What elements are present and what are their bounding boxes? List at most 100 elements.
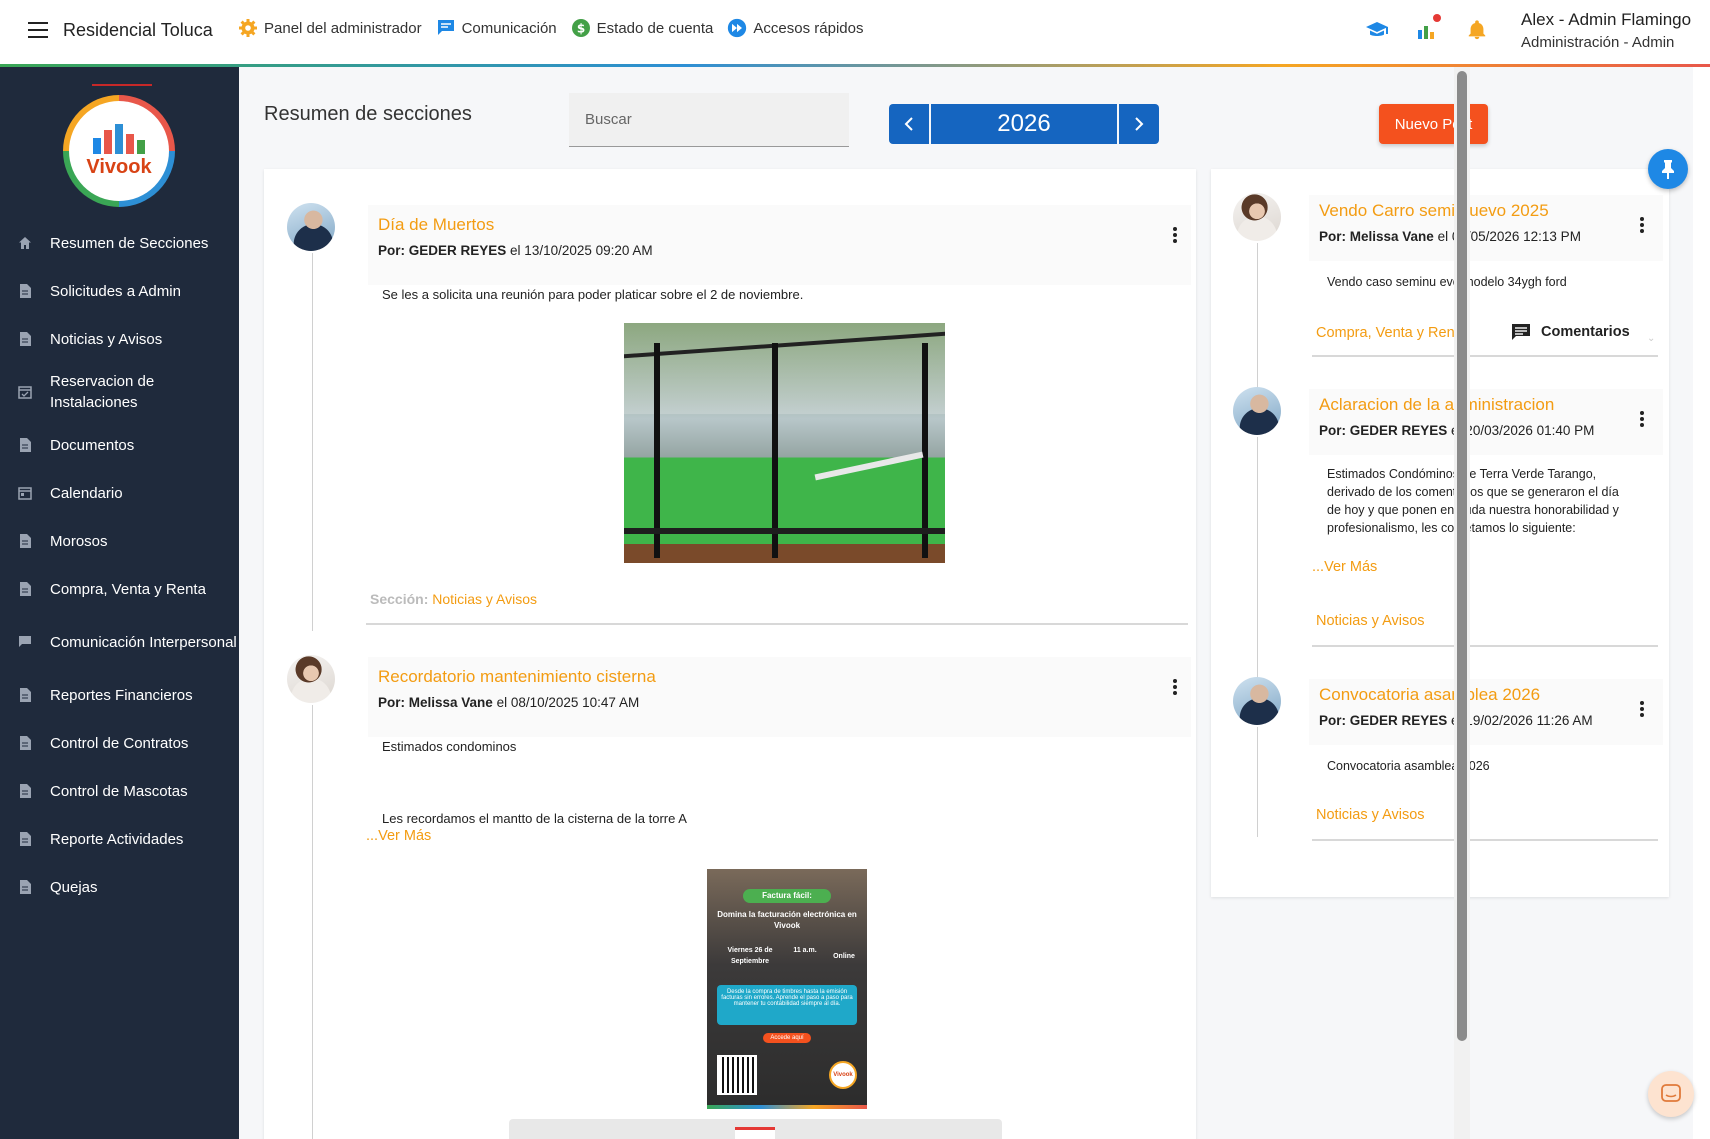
image-detail [922,343,928,558]
poster-logo: Vivook [829,1061,857,1089]
post-author: Por: GEDER REYES [378,243,507,258]
menu-icon[interactable] [28,22,48,38]
brand-title: Residencial Toluca [63,20,213,40]
scrollbar[interactable] [1454,67,1470,1139]
nav-quick-access-label: Accesos rápidos [753,19,864,37]
nav-quick-access[interactable]: Accesos rápidos [727,18,863,38]
sidebar-item-reportes[interactable]: Reportes Financieros [0,671,239,719]
post-header: Día de Muertos Por: GEDER REYES el 13/10… [368,205,1191,285]
sidebar-item-morosos[interactable]: Morosos [0,517,239,565]
more-options-icon[interactable] [1634,215,1650,235]
sidebar-item-label: Morosos [50,532,108,550]
scrollbar-thumb[interactable] [1457,71,1467,1041]
section-link[interactable]: Noticias y Avisos [1316,613,1425,629]
comment-icon [1512,324,1530,340]
nav-account-status[interactable]: $ Estado de cuenta [571,18,713,38]
sidebar-menu: Resumen de Secciones Solicitudes a Admin… [0,219,239,911]
more-options-icon[interactable] [1634,699,1650,719]
sidebar-item-label: Reporte Actividades [50,830,184,848]
sidebar-item-contratos[interactable]: Control de Contratos [0,719,239,767]
previous-year-button[interactable] [889,104,929,144]
search-field[interactable] [569,93,849,147]
sidebar-item-actividades[interactable]: Reporte Actividades [0,815,239,863]
document-icon [18,284,32,298]
bell-icon[interactable] [1465,18,1489,42]
chat-icon [1661,1084,1681,1102]
post-title[interactable]: Vendo Carro semi nuevo 2025 [1319,201,1549,221]
poster-time: 11 a.m. [793,947,817,954]
more-options-icon[interactable] [1167,225,1183,245]
year-selector: 2026 [889,104,1159,144]
ver-mas-link[interactable]: ...Ver Más [1312,559,1377,575]
nav-communication[interactable]: Comunicación [436,18,557,38]
sidebar-item-quejas[interactable]: Quejas [0,863,239,911]
chevron-left-icon [904,117,913,131]
post-body: Se les a solicita una reunión para poder… [382,287,804,302]
post-date: el 13/10/2025 09:20 AM [510,243,653,258]
post-author: Por: GEDER REYES [1319,713,1448,728]
divider [1312,839,1658,841]
fast-forward-icon [727,18,747,38]
post-header: Recordatorio mantenimiento cisterna Por:… [368,657,1191,737]
user-role: Administración - Admin [1521,34,1675,51]
post-body: Vendo caso seminu evo modelo 34ygh ford [1327,275,1567,289]
section-link[interactable]: Noticias y Avisos [432,591,537,607]
sidebar-item-mascotas[interactable]: Control de Mascotas [0,767,239,815]
post-title[interactable]: Convocatoria asamblea 2026 [1319,685,1540,705]
padel-court-image[interactable] [624,323,945,563]
section-link[interactable]: Noticias y Avisos [1316,807,1425,823]
sidebar-item-compra-venta[interactable]: Compra, Venta y Renta [0,565,239,613]
event-poster-image[interactable]: Factura fácil: Domina la facturación ele… [707,869,867,1109]
avatar [287,655,335,703]
calendar-icon [18,486,32,500]
graduation-cap-icon[interactable] [1365,18,1389,42]
sidebar-item-solicitudes[interactable]: Solicitudes a Admin [0,267,239,315]
timeline-line [1257,437,1258,717]
post-header: Convocatoria asamblea 2026 Por: GEDER RE… [1309,679,1663,745]
document-icon [18,438,32,452]
post-title[interactable]: Día de Muertos [378,215,494,235]
sidebar-item-documentos[interactable]: Documentos [0,421,239,469]
comments-button[interactable]: Comentarios [1511,323,1630,341]
chevron-down-icon[interactable]: ⌄ [1647,333,1655,344]
sidebar-item-resumen[interactable]: Resumen de Secciones [0,219,239,267]
poster-pill: Factura fácil: [743,889,831,903]
post-body-line: Estimados condominos [382,739,517,754]
comments-label: Comentarios [1541,324,1630,340]
ver-mas-link[interactable]: ...Ver Más [366,828,431,844]
search-input[interactable] [585,111,833,128]
dollar-icon: $ [571,18,591,38]
buildings-icon [93,123,145,154]
reports-chart-icon[interactable] [1415,14,1441,42]
sidebar-item-noticias[interactable]: Noticias y Avisos [0,315,239,363]
more-options-icon[interactable] [1167,677,1183,697]
post-header: Vendo Carro semi nuevo 2025 Por: Melissa… [1309,195,1663,261]
pin-button[interactable] [1648,149,1688,189]
sidebar-item-label: Compra, Venta y Renta [50,580,206,598]
sidebar-item-calendario[interactable]: Calendario [0,469,239,517]
divider [1312,645,1658,647]
chat-support-button[interactable] [1648,1071,1694,1117]
sidebar-item-label: Solicitudes a Admin [50,282,181,300]
post-title[interactable]: Aclaracion de la administracion [1319,395,1554,415]
vivook-logo[interactable]: Vivook [63,95,175,207]
timeline-line [1257,727,1258,837]
post-title[interactable]: Recordatorio mantenimiento cisterna [378,667,656,687]
sidebar-item-label: Reservacion de Instalaciones [50,373,155,411]
post-date: el 08/10/2025 10:47 AM [496,695,640,710]
posts-feed: Día de Muertos Por: GEDER REYES el 13/10… [264,169,1196,1139]
new-post-button[interactable]: Nuevo Post [1379,104,1488,144]
sidebar-item-reservacion[interactable]: Reservacion de Instalaciones [0,363,239,421]
user-profile[interactable]: Alex - Admin Flamingo Administración - A… [1521,10,1691,51]
more-options-icon[interactable] [1634,409,1650,429]
chat-icon [18,635,32,649]
sidebar-item-comunicacion[interactable]: Comunicación Interpersonal [0,613,239,671]
pin-icon [1662,160,1674,179]
section-link[interactable]: Compra, Venta y Renta [1316,325,1467,341]
pdf-file-icon [735,1127,775,1139]
timeline-line [312,253,313,631]
nav-admin-panel[interactable]: Panel del administrador [238,18,422,38]
next-year-button[interactable] [1119,104,1159,144]
attachment-preview[interactable] [509,1119,1002,1139]
notification-dot [1433,14,1441,22]
